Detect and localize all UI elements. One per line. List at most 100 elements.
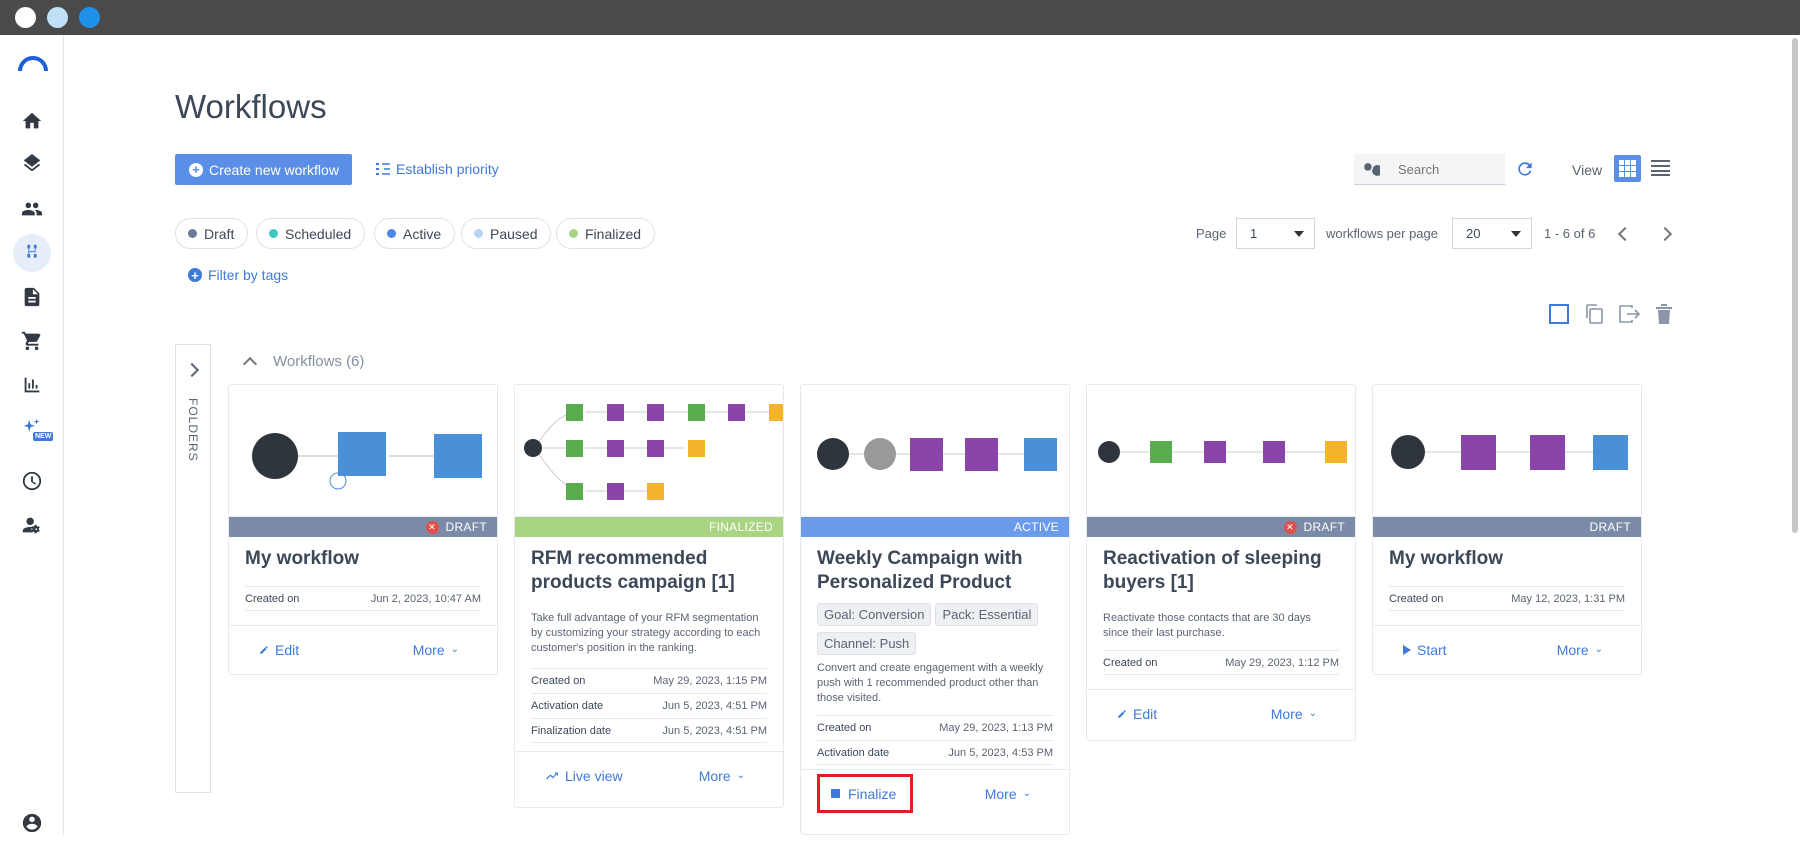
- filter-chip-scheduled[interactable]: Scheduled: [256, 218, 366, 249]
- group-title: Workflows (6): [273, 353, 365, 370]
- filter-chip-draft[interactable]: Draft: [175, 218, 249, 249]
- edit-label: Edit: [1133, 705, 1158, 722]
- workflow-card[interactable]: DRAFT My workflow Created on May 12, 2023…: [1372, 384, 1642, 675]
- prev-page-icon[interactable]: [1617, 226, 1633, 242]
- meta-row: Created on May 29, 2023, 1:15 PM: [531, 668, 767, 693]
- chip-label: Active: [403, 225, 442, 242]
- view-label: View: [1572, 162, 1603, 178]
- search-box[interactable]: [1354, 154, 1505, 185]
- duplicate-icon[interactable]: [1583, 303, 1605, 325]
- documents-icon[interactable]: [13, 278, 51, 316]
- next-page-icon[interactable]: [1657, 226, 1673, 242]
- status-label: ACTIVE: [1013, 520, 1059, 534]
- more-dropdown[interactable]: More ⌄: [1557, 642, 1603, 658]
- delete-icon[interactable]: [1653, 303, 1675, 325]
- meta-row: Finalization date Jun 5, 2023, 4:51 PM: [531, 718, 767, 743]
- status-band: FINALIZED: [515, 517, 783, 537]
- chip-label: Scheduled: [285, 225, 352, 242]
- workflows-icon[interactable]: [13, 234, 51, 272]
- window-minimize-button[interactable]: [47, 7, 68, 28]
- edit-button[interactable]: Edit: [1117, 706, 1157, 722]
- window-maximize-button[interactable]: [79, 7, 100, 28]
- tag-list: Goal: Conversion Pack: Essential Channel: …: [801, 603, 1069, 661]
- workflow-card[interactable]: ✕ DRAFT Reactivation of sleeping buyers […: [1086, 384, 1356, 741]
- workflows-group-header[interactable]: Workflows (6): [242, 353, 365, 371]
- more-dropdown[interactable]: More ⌄: [1271, 706, 1317, 722]
- per-page-select[interactable]: 20: [1452, 218, 1532, 249]
- grid-view-button[interactable]: [1614, 155, 1641, 182]
- vertical-scrollbar[interactable]: [1792, 38, 1798, 533]
- caret-down-icon: [1294, 231, 1304, 237]
- status-band: DRAFT: [1373, 517, 1641, 537]
- page-select[interactable]: 1: [1236, 218, 1315, 249]
- expand-folders-icon[interactable]: [184, 362, 200, 378]
- live-view-button[interactable]: Live view: [545, 768, 623, 784]
- cart-icon[interactable]: [13, 322, 51, 360]
- search-input[interactable]: [1398, 161, 1498, 177]
- layers-icon[interactable]: [13, 146, 51, 184]
- more-label: More: [984, 785, 1017, 802]
- sidebar: NEW: [0, 35, 64, 835]
- window-titlebar: [0, 0, 1800, 35]
- meta-label: Created on: [1389, 592, 1444, 605]
- filter-chip-active[interactable]: Active: [374, 218, 456, 249]
- meta-value: Jun 5, 2023, 4:53 PM: [948, 746, 1053, 759]
- filter-chip-finalized[interactable]: Finalized: [556, 218, 656, 249]
- dashboard-icon[interactable]: [13, 462, 51, 500]
- folders-panel[interactable]: FOLDERS: [175, 344, 211, 793]
- meta-value: May 29, 2023, 1:13 PM: [939, 722, 1053, 734]
- workflow-card[interactable]: FINALIZED RFM recommended products campa…: [514, 384, 784, 808]
- home-icon[interactable]: [13, 102, 51, 140]
- window-close-button[interactable]: [15, 7, 36, 28]
- collapse-group-icon[interactable]: [242, 356, 258, 371]
- refresh-icon[interactable]: [1515, 159, 1535, 184]
- per-page-value: 20: [1466, 226, 1481, 241]
- filter-by-tags-link[interactable]: + Filter by tags: [188, 267, 288, 283]
- ai-new-icon[interactable]: NEW: [13, 410, 54, 448]
- caret-down-icon: [1511, 231, 1521, 237]
- more-dropdown[interactable]: More ⌄: [985, 786, 1031, 802]
- workflow-preview: [1087, 385, 1355, 517]
- create-workflow-button[interactable]: + Create new workflow: [175, 154, 352, 185]
- workflow-card[interactable]: ACTIVE Weekly Campaign with Personalized…: [800, 384, 1070, 835]
- select-all-checkbox[interactable]: [1548, 303, 1570, 325]
- start-button[interactable]: Start: [1403, 642, 1447, 658]
- card-title: Reactivation of sleeping buyers [1]: [1103, 548, 1322, 593]
- page-label: Page: [1196, 226, 1227, 241]
- meta-label: Finalization date: [531, 724, 612, 737]
- more-dropdown[interactable]: More ⌄: [699, 768, 745, 784]
- contacts-icon[interactable]: [13, 190, 51, 228]
- chevron-down-icon: ⌄: [1022, 788, 1031, 799]
- reports-icon[interactable]: [13, 366, 51, 404]
- chevron-down-icon: ⌄: [450, 644, 459, 655]
- chevron-down-icon: ⌄: [1308, 708, 1317, 719]
- meta-row: Created on May 29, 2023, 1:12 PM: [1103, 650, 1339, 675]
- filter-chip-paused[interactable]: Paused: [461, 218, 552, 249]
- status-band: ✕ DRAFT: [1087, 517, 1355, 537]
- meta-label: Created on: [817, 722, 872, 734]
- more-label: More: [412, 641, 445, 658]
- establish-priority-link[interactable]: Establish priority: [375, 161, 499, 177]
- chevron-down-icon: ⌄: [1594, 644, 1603, 655]
- meta-value: May 29, 2023, 1:15 PM: [653, 675, 767, 687]
- workflow-card[interactable]: ✕ DRAFT My workflow Created on Jun 2, 2023…: [228, 384, 498, 675]
- status-dot: [387, 229, 396, 238]
- more-dropdown[interactable]: More ⌄: [413, 642, 459, 658]
- card-actions: Finalize More ⌄: [801, 769, 1069, 817]
- move-icon[interactable]: [1618, 303, 1640, 325]
- meta-label: Created on: [245, 592, 300, 605]
- page-title: Workflows: [175, 88, 327, 125]
- more-label: More: [698, 767, 731, 784]
- list-view-button[interactable]: [1651, 160, 1670, 181]
- edit-button[interactable]: Edit: [259, 642, 299, 658]
- pencil-icon: [1118, 709, 1126, 718]
- start-label: Start: [1417, 641, 1447, 658]
- account-icon[interactable]: [13, 804, 51, 842]
- meta-row: Activation date Jun 5, 2023, 4:51 PM: [531, 693, 767, 718]
- meta-label: Created on: [531, 675, 586, 687]
- status-dot: [569, 229, 578, 238]
- brand-logo[interactable]: [18, 56, 48, 77]
- user-settings-icon[interactable]: [13, 506, 51, 544]
- status-band: ACTIVE: [801, 517, 1069, 537]
- establish-priority-label: Establish priority: [396, 161, 499, 177]
